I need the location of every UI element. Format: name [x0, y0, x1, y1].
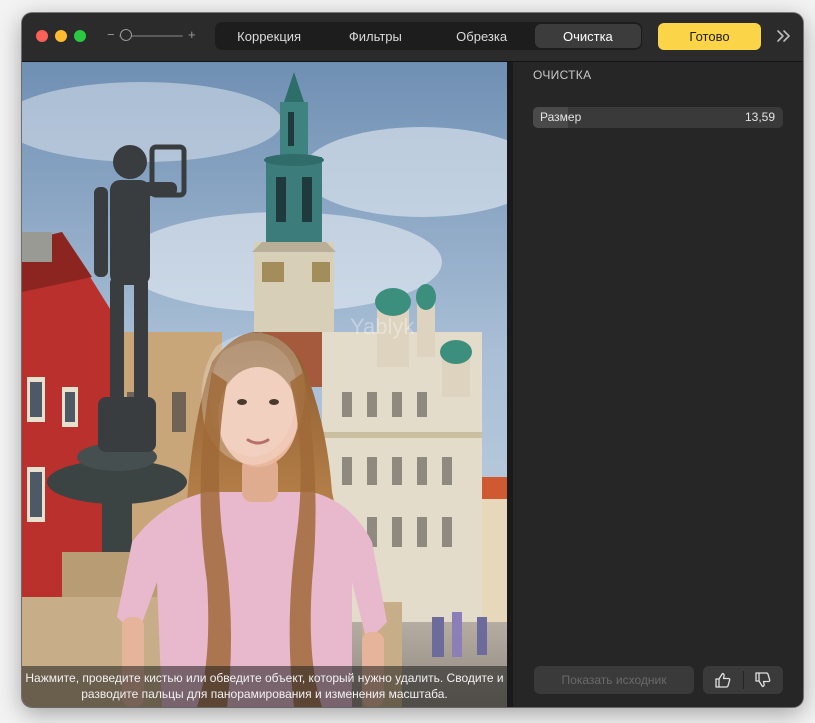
toolbar: − + Коррекция Фильтры Обрезка Очистка Го…: [22, 13, 803, 62]
brush-size-value: 13,59: [744, 110, 775, 124]
edit-mode-tabs: Коррекция Фильтры Обрезка Очистка: [215, 22, 642, 50]
brush-size-label: Размер: [540, 110, 582, 124]
zoom-slider-knob[interactable]: [120, 29, 132, 41]
tab-filters[interactable]: Фильтры: [322, 24, 428, 48]
fullscreen-window-button[interactable]: [74, 30, 86, 42]
chevrons-right-icon[interactable]: [776, 26, 792, 46]
panel-title: ОЧИСТКА: [533, 68, 592, 82]
tab-crop[interactable]: Обрезка: [429, 24, 535, 48]
photos-editor-window: − + Коррекция Фильтры Обрезка Очистка Го…: [22, 13, 803, 707]
feedback-buttons: [703, 666, 783, 694]
cleanup-panel: ОЧИСТКА Размер 13,59 Показать исходник: [513, 62, 803, 707]
close-window-button[interactable]: [36, 30, 48, 42]
photo-canvas[interactable]: Yablyk Нажмите, проведите кистью или обв…: [22, 62, 507, 707]
tab-adjust[interactable]: Коррекция: [216, 24, 322, 48]
tab-clean-up[interactable]: Очистка: [534, 24, 641, 48]
brush-size-slider[interactable]: Размер 13,59: [533, 107, 783, 128]
show-original-button[interactable]: Показать исходник: [534, 666, 694, 694]
zoom-in-icon[interactable]: +: [188, 28, 196, 42]
done-button[interactable]: Готово: [658, 23, 761, 50]
watermark: Yablyk: [350, 314, 415, 339]
instruction-hint: Нажмите, проведите кистью или обведите о…: [22, 666, 507, 707]
thumbs-up-icon[interactable]: [703, 666, 743, 694]
zoom-out-icon[interactable]: −: [107, 28, 115, 42]
thumbs-down-icon[interactable]: [744, 666, 784, 694]
minimize-window-button[interactable]: [55, 30, 67, 42]
